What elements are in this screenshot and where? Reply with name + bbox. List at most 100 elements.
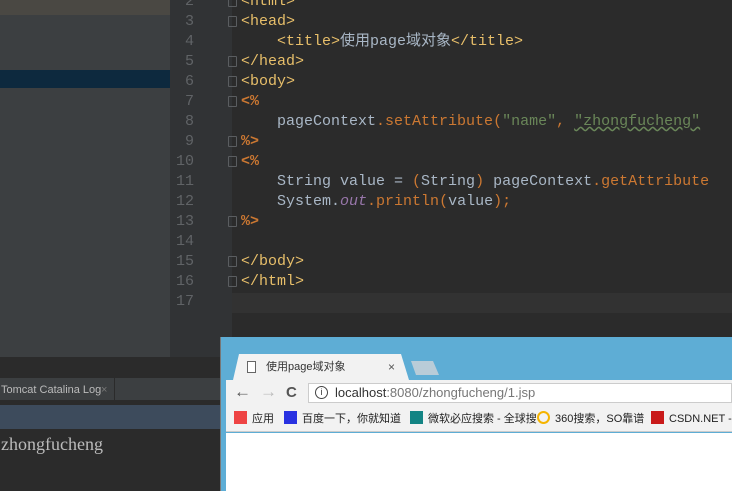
360-icon xyxy=(537,411,550,424)
fold-marker-icon[interactable] xyxy=(228,0,237,7)
code-token: ) xyxy=(475,173,485,190)
line-number: 2 xyxy=(184,0,194,10)
bookmark-item[interactable]: CSDN.NET - xyxy=(651,411,732,427)
code-token: %> xyxy=(241,133,260,150)
code-token: ( xyxy=(439,193,449,210)
code-line[interactable]: </html> xyxy=(241,272,304,292)
code-token: <title> xyxy=(277,33,341,50)
close-icon[interactable]: × xyxy=(101,378,107,402)
code-token: </body> xyxy=(241,253,305,270)
fold-marker-icon[interactable] xyxy=(228,276,237,287)
fold-marker-icon[interactable] xyxy=(228,136,237,147)
code-token: </title> xyxy=(451,33,524,50)
code-token: 使用page域对象 xyxy=(340,33,452,50)
code-token: ); xyxy=(493,193,512,210)
url-path: :8080/zhongfucheng/1.jsp xyxy=(386,385,536,400)
code-token: ( xyxy=(412,173,422,190)
code-line[interactable]: <% xyxy=(241,92,259,112)
code-token: String value = xyxy=(241,173,413,190)
page-content xyxy=(226,433,732,491)
reload-icon[interactable]: C xyxy=(286,384,297,401)
bookmark-label: 应用 xyxy=(252,413,274,425)
code-line[interactable]: %> xyxy=(241,132,259,152)
forward-icon[interactable]: → xyxy=(260,382,277,402)
code-token: , xyxy=(556,113,575,130)
tab-title: 使用page域对象 xyxy=(266,361,346,373)
bookmarks-bar: 应用 百度一下，你就知道 微软必应搜索 - 全球搜 360搜索，SO靠谱 CSDN.NE… xyxy=(226,405,732,432)
code-line[interactable]: <head> xyxy=(241,12,295,32)
fold-marker-icon[interactable] xyxy=(228,96,237,107)
bookmark-item[interactable]: 微软必应搜索 - 全球搜 xyxy=(410,411,537,427)
fold-marker-icon[interactable] xyxy=(228,76,237,87)
line-number: 8 xyxy=(184,113,194,130)
line-number: 12 xyxy=(175,193,194,210)
code-token: %> xyxy=(241,213,260,230)
code-token: ( xyxy=(493,113,503,130)
baidu-paw-icon xyxy=(284,411,297,424)
code-line[interactable]: <% xyxy=(241,152,259,172)
close-tab-icon[interactable]: × xyxy=(388,354,395,380)
info-icon[interactable]: i xyxy=(315,386,328,399)
code-line[interactable]: String value = (String) pageContext.getA… xyxy=(241,172,709,192)
line-number: 15 xyxy=(175,253,194,270)
bookmark-label: 百度一下，你就知道 xyxy=(302,413,401,425)
line-number: 5 xyxy=(184,53,194,70)
browser-tab[interactable]: 使用page域对象 × xyxy=(233,354,409,380)
bing-icon xyxy=(410,411,423,424)
bookmark-item[interactable]: 百度一下，你就知道 xyxy=(284,411,401,427)
line-number: 4 xyxy=(184,33,194,50)
line-number: 16 xyxy=(175,273,194,290)
url-host: localhost xyxy=(335,385,387,400)
code-token: <html> xyxy=(241,0,296,10)
code-token: </head> xyxy=(241,53,305,70)
code-token: pageContext xyxy=(241,113,377,130)
csdn-icon xyxy=(651,411,664,424)
code-line[interactable]: System.out.println(value); xyxy=(241,192,511,212)
browser-toolbar: ← → C i localhost:8080/zhongfucheng/1.js… xyxy=(226,380,732,405)
address-bar[interactable]: i localhost:8080/zhongfucheng/1.jsp xyxy=(308,383,732,403)
fold-marker-icon[interactable] xyxy=(228,56,237,67)
fold-marker-icon[interactable] xyxy=(228,216,237,227)
code-token: .setAttribute xyxy=(376,113,494,130)
code-token: <% xyxy=(241,93,260,110)
code-token: System. xyxy=(241,193,341,210)
tab-tomcat-catalina-log[interactable]: Tomcat Catalina Log × xyxy=(0,378,115,402)
code-token: </html> xyxy=(241,273,305,290)
fold-marker-icon[interactable] xyxy=(228,156,237,167)
bookmark-item[interactable]: 360搜索，SO靠谱 xyxy=(537,411,644,427)
code-line[interactable]: <body> xyxy=(241,72,295,92)
new-tab-button[interactable] xyxy=(411,361,439,375)
fold-marker-icon[interactable] xyxy=(228,256,237,267)
line-number: 7 xyxy=(184,93,194,110)
project-panel xyxy=(0,0,170,357)
code-line[interactable]: pageContext.setAttribute("name", "zhongf… xyxy=(241,112,700,132)
bookmark-item[interactable]: 应用 xyxy=(234,411,274,427)
selected-tree-row[interactable] xyxy=(0,70,170,88)
code-line[interactable]: </head> xyxy=(241,52,304,72)
code-token: out xyxy=(340,193,368,210)
code-token: value xyxy=(448,193,494,210)
line-number: 3 xyxy=(184,13,194,30)
code-line[interactable]: <html> xyxy=(241,0,295,12)
line-number: 6 xyxy=(184,73,194,90)
current-line-highlight xyxy=(232,293,732,313)
tab-label: Tomcat Catalina Log xyxy=(1,384,102,396)
bookmark-label: CSDN.NET - xyxy=(669,413,732,425)
code-token: <% xyxy=(241,153,260,170)
fold-marker-icon[interactable] xyxy=(228,16,237,27)
bookmark-label: 360搜索，SO靠谱 xyxy=(555,413,645,425)
code-token: <body> xyxy=(241,73,296,90)
line-number: 11 xyxy=(175,173,194,190)
code-token: .println xyxy=(367,193,440,210)
code-line[interactable]: %> xyxy=(241,212,259,232)
code-token: "name" xyxy=(502,113,557,130)
back-icon[interactable]: ← xyxy=(234,382,251,402)
code-token: <head> xyxy=(241,13,296,30)
console-output: zhongfucheng xyxy=(1,434,103,454)
line-number: 13 xyxy=(175,213,194,230)
code-line[interactable]: <title>使用page域对象</title> xyxy=(241,32,523,52)
code-line[interactable]: </body> xyxy=(241,252,304,272)
browser-window: 使用page域对象 × ← → C i localhost:8080/zhong… xyxy=(220,337,732,491)
code-token: String xyxy=(421,173,476,190)
